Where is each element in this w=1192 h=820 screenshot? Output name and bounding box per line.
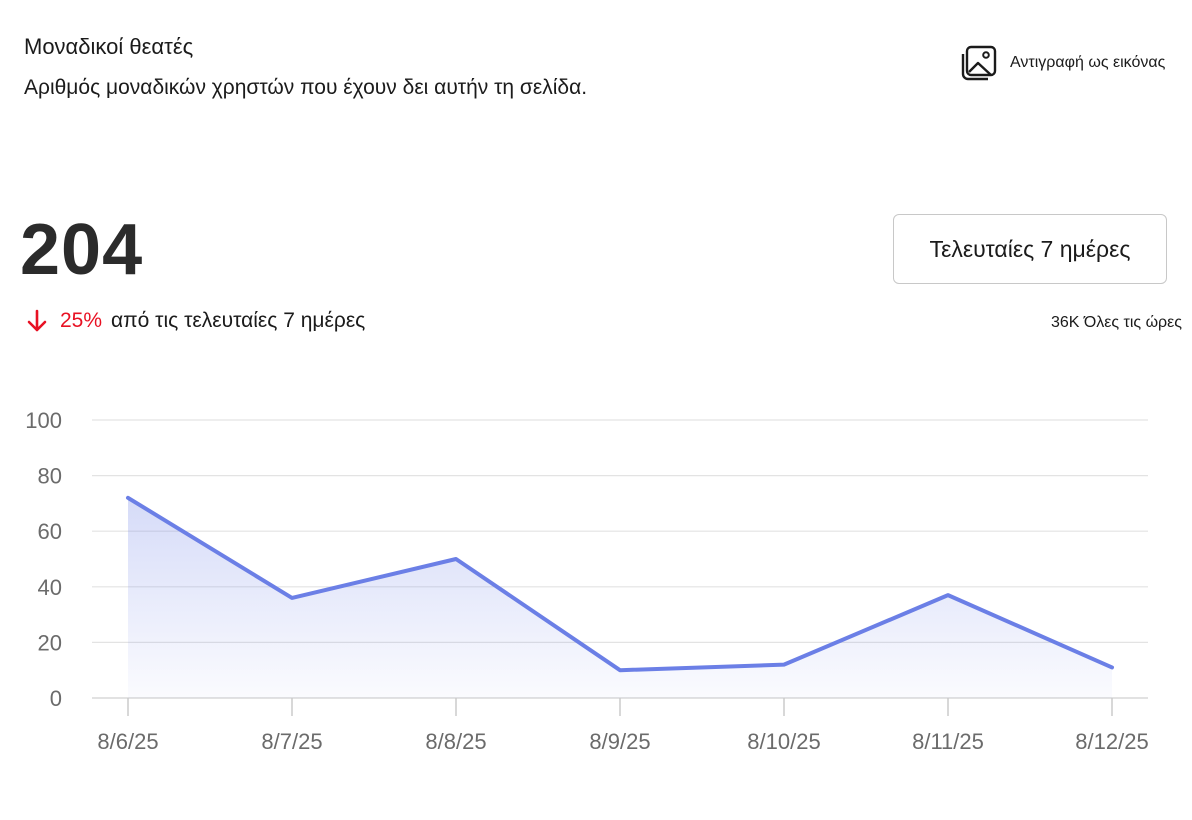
copy-as-image-label: Αντιγραφή ως εικόνας — [1010, 54, 1166, 71]
arrow-down-icon — [24, 308, 50, 334]
chart-subtitle: Αριθμός μοναδικών χρηστών που έχουν δει … — [24, 76, 588, 99]
all-time-total: 36K Όλες τις ώρες — [1050, 314, 1182, 331]
copy-as-image-button[interactable]: Αντιγραφή ως εικόνας — [960, 44, 1165, 82]
y-tick-label: 40 — [38, 575, 62, 600]
y-tick-label: 80 — [38, 464, 62, 489]
image-icon — [960, 44, 998, 82]
unique-viewers-count: 204 — [20, 210, 144, 290]
x-tick-label: 8/9/25 — [589, 729, 650, 754]
x-tick-label: 8/12/25 — [1075, 729, 1148, 754]
line-chart: 0 20 40 60 80 100 8/6/25 8/7/25 8/8/25 8/9/25 8/10… — [25, 408, 1148, 754]
change-context: από τις τελευταίες 7 ημέρες — [111, 309, 366, 332]
y-tick-label: 60 — [38, 519, 62, 544]
trend-indicator: 25% από τις τελευταίες 7 ημέρες — [24, 308, 365, 334]
y-tick-label: 100 — [25, 408, 62, 433]
x-tick-label: 8/10/25 — [747, 729, 820, 754]
date-range-button[interactable]: Τελευταίες 7 ημέρες — [893, 214, 1167, 284]
x-tick-label: 8/6/25 — [97, 729, 158, 754]
chart-title: Μοναδικοί θεατές — [24, 34, 194, 59]
change-percent: 25% — [60, 309, 103, 332]
y-tick-label: 20 — [38, 630, 62, 655]
y-tick-label: 0 — [50, 686, 62, 711]
x-tick-label: 8/11/25 — [912, 729, 984, 754]
x-tick-label: 8/8/25 — [425, 729, 486, 754]
x-tick-label: 8/7/25 — [261, 729, 322, 754]
